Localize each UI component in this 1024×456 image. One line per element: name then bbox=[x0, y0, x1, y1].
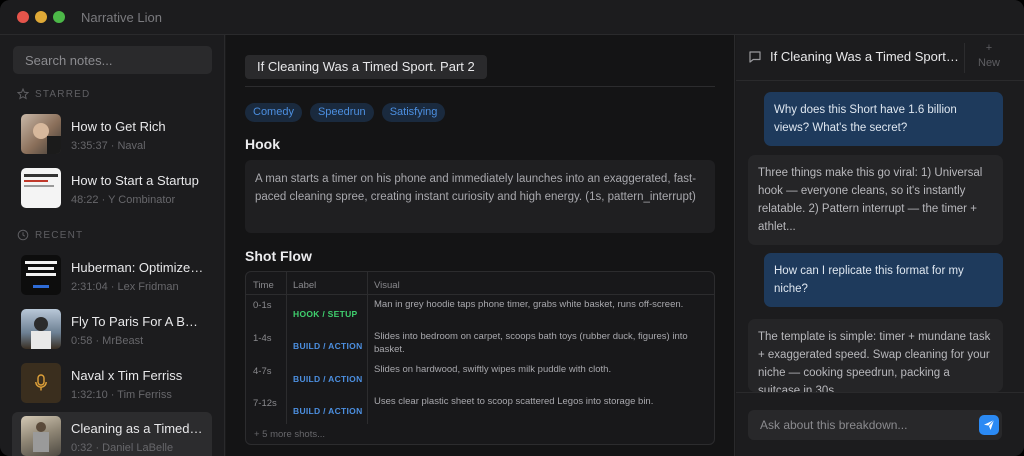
shot-flow-heading: Shot Flow bbox=[245, 248, 312, 264]
note-thumbnail bbox=[21, 255, 61, 295]
header-divider bbox=[964, 43, 965, 73]
table-cell-time: 1-4s bbox=[253, 333, 272, 344]
note-thumbnail bbox=[21, 309, 61, 349]
note-title: Fly To Paris For A Baguette bbox=[71, 314, 205, 329]
table-cell-label: HOOK / SETUP bbox=[293, 309, 358, 319]
note-title: Cleaning as a Timed Sport bbox=[71, 421, 205, 436]
sidebar: STARRED How to Get Rich 3:35:37 · Naval … bbox=[0, 35, 225, 456]
note-meta: 1:32:10 · Tim Ferriss bbox=[71, 389, 172, 401]
app-window: Narrative Lion STARRED How to Get Rich 3… bbox=[0, 0, 1024, 456]
note-thumbnail bbox=[21, 363, 61, 403]
recent-label: RECENT bbox=[35, 229, 84, 241]
minimize-window-button[interactable] bbox=[35, 11, 47, 23]
chat-header: If Cleaning Was a Timed Sport. Part 2 + … bbox=[736, 35, 1024, 81]
table-header-divider bbox=[246, 294, 714, 295]
starred-section-label: STARRED bbox=[17, 88, 90, 100]
note-meta: 0:58 · MrBeast bbox=[71, 335, 144, 347]
table-cell-visual: Uses clear plastic sheet to scoop scatte… bbox=[374, 396, 654, 407]
note-thumbnail bbox=[21, 416, 61, 456]
shot-flow-table: Time Label Visual 0-1s HOOK / SETUP Man … bbox=[245, 271, 715, 445]
chat-bubble-icon bbox=[749, 51, 761, 63]
note-thumbnail bbox=[21, 114, 61, 154]
note-title-field[interactable]: If Cleaning Was a Timed Sport. Part 2 bbox=[245, 55, 487, 79]
new-chat-button[interactable]: + New bbox=[978, 41, 1000, 71]
tag-speedrun[interactable]: Speedrun bbox=[309, 103, 374, 122]
note-title: How to Get Rich bbox=[71, 119, 166, 134]
hook-text: A man starts a timer on his phone and im… bbox=[245, 160, 715, 233]
assistant-message: The template is simple: timer + mundane … bbox=[748, 319, 1003, 392]
chat-title: If Cleaning Was a Timed Sport. Part 2 bbox=[770, 49, 962, 64]
note-item-active[interactable]: Cleaning as a Timed Sport 0:32 · Daniel … bbox=[12, 412, 212, 456]
table-cell-label: BUILD / ACTION bbox=[293, 406, 363, 416]
note-meta: 0:32 · Daniel LaBelle bbox=[71, 442, 174, 454]
note-thumbnail bbox=[21, 168, 61, 208]
note-item[interactable]: How to Start a Startup 48:22 · Y Combina… bbox=[12, 164, 212, 214]
main-panel: If Cleaning Was a Timed Sport. Part 2 Co… bbox=[226, 35, 735, 456]
table-cell-time: 4-7s bbox=[253, 366, 272, 377]
table-cell-visual: Man in grey hoodie taps phone timer, gra… bbox=[374, 299, 684, 310]
table-cell-label: BUILD / ACTION bbox=[293, 374, 363, 384]
chat-panel: If Cleaning Was a Timed Sport. Part 2 + … bbox=[736, 35, 1024, 456]
table-cell-visual: Slides on hardwood, swiftly wipes milk p… bbox=[374, 364, 612, 375]
hook-heading: Hook bbox=[245, 136, 280, 152]
user-message: Why does this Short have 1.6 billion vie… bbox=[764, 92, 1003, 146]
send-icon bbox=[984, 419, 995, 430]
plus-icon: + bbox=[985, 42, 993, 54]
recent-section-label: RECENT bbox=[17, 229, 83, 241]
send-button[interactable] bbox=[979, 415, 999, 435]
table-cell-label: BUILD / ACTION bbox=[293, 341, 363, 351]
note-item[interactable]: How to Get Rich 3:35:37 · Naval bbox=[12, 110, 212, 160]
microphone-icon bbox=[35, 374, 47, 391]
star-icon bbox=[17, 88, 29, 100]
starred-label: STARRED bbox=[35, 88, 91, 100]
note-meta: 48:22 · Y Combinator bbox=[71, 194, 176, 206]
search-input[interactable] bbox=[13, 46, 212, 74]
note-meta: 3:35:37 · Naval bbox=[71, 140, 146, 152]
table-header-time: Time bbox=[253, 280, 274, 291]
maximize-window-button[interactable] bbox=[53, 11, 65, 23]
note-item[interactable]: Naval x Tim Ferriss 1:32:10 · Tim Ferris… bbox=[12, 359, 212, 409]
note-item[interactable]: Fly To Paris For A Baguette 0:58 · MrBea… bbox=[12, 305, 212, 355]
chat-composer bbox=[736, 392, 1024, 456]
new-chat-label: New bbox=[978, 57, 1001, 69]
table-header-label: Label bbox=[293, 280, 317, 291]
note-title: Naval x Tim Ferriss bbox=[71, 368, 183, 383]
table-cell-visual: Slides into bedroom on carpet, scoops ba… bbox=[374, 331, 688, 355]
note-item[interactable]: Huberman: Optimize Sleep 2:31:04 · Lex F… bbox=[12, 251, 212, 301]
user-message: How can I replicate this format for my n… bbox=[764, 253, 1003, 307]
assistant-message: Three things make this go viral: 1) Univ… bbox=[748, 155, 1003, 245]
title-bar: Narrative Lion bbox=[0, 0, 1024, 35]
tag-list: Comedy Speedrun Satisfying bbox=[245, 103, 446, 122]
close-window-button[interactable] bbox=[17, 11, 29, 23]
note-meta: 2:31:04 · Lex Fridman bbox=[71, 281, 179, 293]
app-title: Narrative Lion bbox=[81, 10, 162, 25]
title-divider bbox=[245, 86, 715, 87]
chat-input[interactable] bbox=[748, 410, 1002, 440]
table-cell-time: 0-1s bbox=[253, 300, 272, 311]
table-header-visual: Visual bbox=[374, 280, 400, 291]
more-shots-link[interactable]: + 5 more shots... bbox=[254, 429, 325, 440]
tag-comedy[interactable]: Comedy bbox=[245, 103, 302, 122]
note-title: How to Start a Startup bbox=[71, 173, 199, 188]
table-cell-time: 7-12s bbox=[253, 398, 277, 409]
clock-icon bbox=[17, 229, 29, 241]
tag-satisfying[interactable]: Satisfying bbox=[381, 103, 446, 122]
note-title: Huberman: Optimize Sleep bbox=[71, 260, 205, 275]
